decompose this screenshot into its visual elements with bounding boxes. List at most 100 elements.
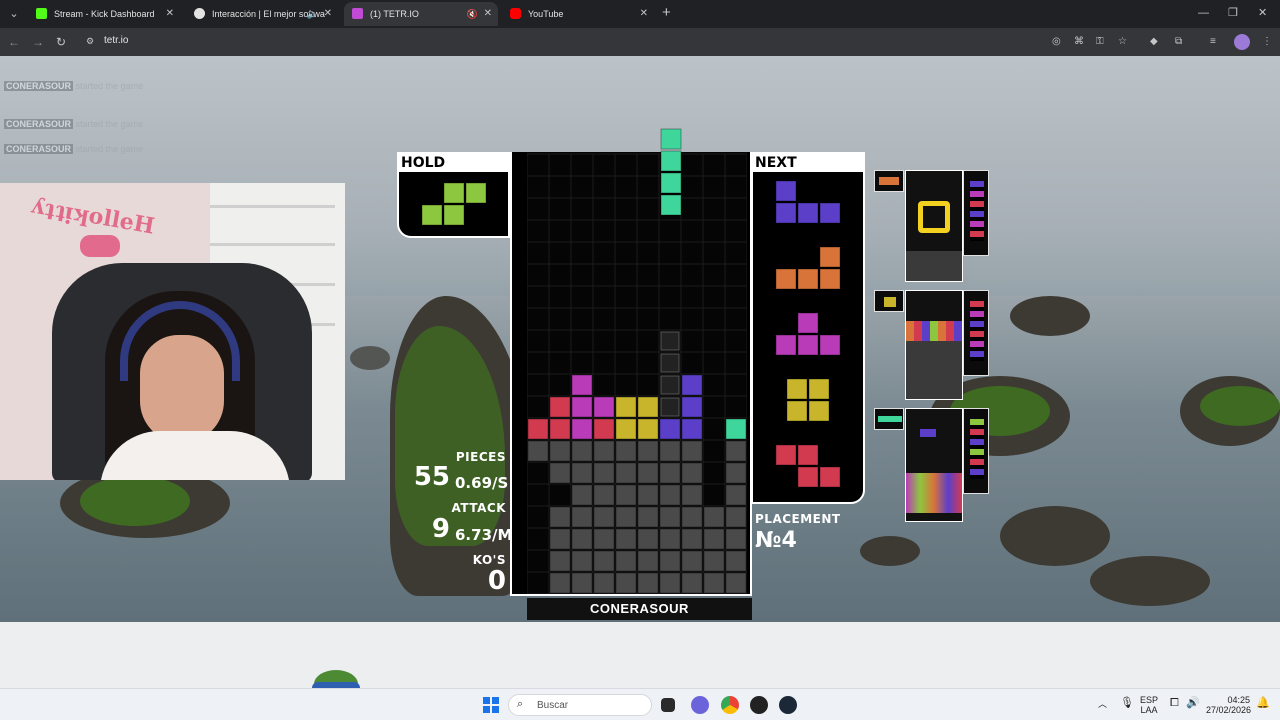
garbage-block [637, 506, 659, 528]
stack-block [681, 418, 703, 440]
obs-icon[interactable] [750, 696, 768, 714]
next-block [775, 444, 797, 466]
garbage-block [637, 528, 659, 550]
clock-time: 04:25 [1227, 695, 1250, 705]
next-block [775, 180, 797, 202]
extensions-puzzle-icon[interactable]: ⧉ [1175, 35, 1182, 49]
muted-speaker-icon[interactable]: 🔇 [467, 2, 478, 26]
address-toolbar: ← → ↻ ⚙ tetr.io ◎ ⌘ ⚿ ☆ ◆ ⧉ ≡ ⋮ [0, 28, 1280, 56]
garbage-block [725, 506, 747, 528]
kos-value: 0 [487, 566, 506, 596]
garbage-block [571, 506, 593, 528]
next-block [775, 202, 797, 224]
windows-start-icon[interactable] [483, 697, 499, 713]
chrome-icon[interactable] [721, 696, 739, 714]
stack-block [615, 396, 637, 418]
clock[interactable]: 04:25 27/02/2026 [1206, 695, 1251, 715]
tab-tetrio[interactable]: (1) TETR.IO 🔇 ✕ [344, 2, 498, 26]
close-icon[interactable]: ✕ [324, 2, 332, 26]
garbage-block [615, 462, 637, 484]
opponent-hold-3 [874, 408, 904, 430]
tab-streamelements[interactable]: Interacción | El mejor softwa 🔈 ✕ [186, 2, 338, 26]
opponent-next-1 [963, 170, 989, 256]
speaker-icon[interactable]: 🔈 [307, 2, 318, 26]
garbage-block [659, 462, 681, 484]
next-block [775, 268, 797, 290]
search-placeholder: Buscar [537, 700, 569, 711]
game-board[interactable] [527, 152, 747, 594]
stack-block [725, 418, 747, 440]
close-window-icon[interactable]: ✕ [1258, 5, 1267, 21]
close-icon[interactable]: ✕ [484, 2, 492, 26]
discord-icon[interactable] [691, 696, 709, 714]
taskbar-search[interactable]: ⌕ Buscar [508, 694, 652, 716]
garbage-block [681, 506, 703, 528]
garbage-block [615, 506, 637, 528]
notification-bell-icon[interactable]: 🔔 [1256, 698, 1270, 709]
reading-list-icon[interactable]: ≡ [1210, 35, 1216, 49]
search-icon: ⌕ [517, 698, 524, 710]
garbage-block [659, 484, 681, 506]
site-info-icon[interactable]: ⚙ [86, 36, 94, 47]
garbage-block [637, 440, 659, 462]
stack-block [637, 396, 659, 418]
next-queue [775, 180, 841, 488]
back-icon[interactable]: ← [8, 34, 20, 50]
close-icon[interactable]: ✕ [166, 2, 174, 26]
next-block [819, 202, 841, 224]
close-icon[interactable]: ✕ [640, 2, 648, 26]
translate-icon[interactable]: ⌘ [1074, 35, 1084, 49]
stack-block [615, 418, 637, 440]
next-block [797, 334, 819, 356]
steam-icon[interactable] [779, 696, 797, 714]
password-key-icon[interactable]: ⚿ [1096, 35, 1104, 49]
garbage-block [571, 572, 593, 594]
hold-block [443, 182, 465, 204]
next-panel: NEXT [751, 152, 865, 504]
falling-block [660, 128, 682, 150]
stack-block [681, 374, 703, 396]
extension-diamond-icon[interactable]: ◆ [1150, 35, 1158, 49]
placement-label: PLACEMENT [755, 512, 841, 526]
address-bar[interactable]: ⚙ tetr.io [80, 31, 1140, 53]
tab-title: Stream - Kick Dashboard [54, 9, 155, 19]
bookmark-star-icon[interactable]: ☆ [1118, 35, 1127, 49]
garbage-block [703, 506, 725, 528]
new-tab-icon[interactable]: + [662, 5, 671, 21]
next-block [775, 334, 797, 356]
tab-kick-dashboard[interactable]: Stream - Kick Dashboard ✕ [28, 2, 180, 26]
forward-icon[interactable]: → [32, 34, 44, 50]
hold-block [465, 182, 487, 204]
minimize-icon[interactable]: — [1198, 5, 1209, 21]
reload-icon[interactable]: ↻ [56, 34, 66, 50]
garbage-block [681, 440, 703, 462]
opponent-next-3 [963, 408, 989, 494]
restore-icon[interactable]: ❐ [1228, 5, 1238, 21]
language-indicator[interactable]: ESP LAA [1140, 695, 1158, 715]
next-block [808, 378, 830, 400]
stack-block [593, 418, 615, 440]
garbage-block [681, 550, 703, 572]
tab-search-icon[interactable]: ⌄ [4, 4, 24, 24]
chevron-up-icon[interactable]: ︿ [1098, 699, 1107, 709]
garbage-block [593, 484, 615, 506]
garbage-block [593, 440, 615, 462]
tab-youtube[interactable]: YouTube ✕ [502, 2, 654, 26]
ghost-block [660, 397, 680, 417]
tab-title: (1) TETR.IO [370, 9, 419, 19]
profile-avatar[interactable] [1234, 34, 1250, 50]
volume-icon[interactable]: 🔊 [1186, 698, 1200, 709]
garbage-block [725, 572, 747, 594]
next-block [797, 268, 819, 290]
menu-dots-icon[interactable]: ⋮ [1262, 35, 1272, 49]
url-text: tetr.io [104, 35, 129, 46]
task-view-icon[interactable] [661, 698, 675, 712]
next-block [797, 202, 819, 224]
opponent-hold-2 [874, 290, 904, 312]
garbage-block [725, 440, 747, 462]
network-icon[interactable]: ⧠ [1170, 698, 1179, 709]
hold-panel: HOLD [397, 152, 510, 238]
microphone-icon[interactable]: 🎙 [1120, 698, 1134, 709]
garbage-block [593, 550, 615, 572]
eye-off-icon[interactable]: ◎ [1052, 35, 1061, 49]
